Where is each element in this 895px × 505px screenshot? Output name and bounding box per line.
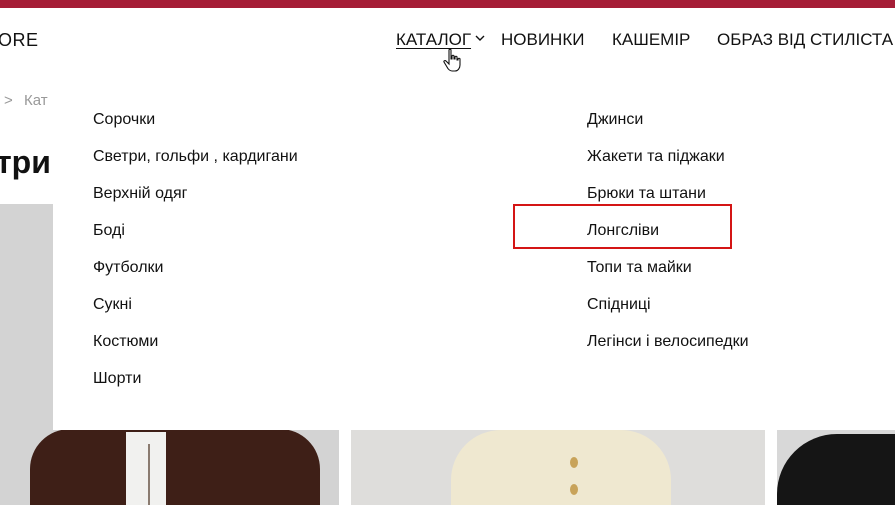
cardigan-button xyxy=(570,457,578,468)
top-accent-bar xyxy=(0,0,895,8)
product-image-cardigan xyxy=(451,430,671,505)
menu-item-leggings-cycling[interactable]: Легінси і велосипедки xyxy=(587,332,749,369)
product-image-jacket xyxy=(30,429,320,505)
menu-item-jeans[interactable]: Джинси xyxy=(587,110,749,147)
site-header: ORE КАТАЛОГ НОВИНКИ КАШЕМІР ОБРАЗ ВІД СТ… xyxy=(0,8,895,72)
product-image-shirt xyxy=(126,432,166,505)
menu-item-longsleeves[interactable]: Лонгсліви xyxy=(587,221,749,258)
menu-item-shirts[interactable]: Сорочки xyxy=(93,110,298,147)
menu-item-dresses[interactable]: Сукні xyxy=(93,295,298,332)
menu-item-outerwear[interactable]: Верхній одяг xyxy=(93,184,298,221)
catalog-menu-left-column: Сорочки Светри, гольфи , кардигани Верхн… xyxy=(93,110,298,406)
menu-item-trousers[interactable]: Брюки та штани xyxy=(587,184,749,221)
nav-cashmere[interactable]: КАШЕМІР xyxy=(612,30,690,50)
catalog-dropdown-menu: Сорочки Светри, гольфи , кардигани Верхн… xyxy=(53,80,895,430)
nav-new-arrivals[interactable]: НОВИНКИ xyxy=(501,30,584,50)
product-image-black xyxy=(777,434,895,505)
menu-item-tops-tanks[interactable]: Топи та майки xyxy=(587,258,749,295)
breadcrumb-separator: > xyxy=(4,92,13,109)
breadcrumb-current[interactable]: Кат xyxy=(24,92,48,109)
page-title: три xyxy=(0,144,51,180)
menu-item-suits[interactable]: Костюми xyxy=(93,332,298,369)
cardigan-button xyxy=(570,484,578,495)
menu-item-sweaters[interactable]: Светри, гольфи , кардигани xyxy=(93,147,298,184)
site-logo[interactable]: ORE xyxy=(0,30,39,51)
menu-item-jackets-blazers[interactable]: Жакети та піджаки xyxy=(587,147,749,184)
menu-item-tshirts[interactable]: Футболки xyxy=(93,258,298,295)
menu-item-bodysuits[interactable]: Боді xyxy=(93,221,298,258)
nav-catalog[interactable]: КАТАЛОГ xyxy=(396,30,471,50)
chevron-down-icon[interactable] xyxy=(475,34,485,42)
menu-item-shorts[interactable]: Шорти xyxy=(93,369,298,406)
product-image-zip xyxy=(148,444,150,505)
menu-item-skirts[interactable]: Спідниці xyxy=(587,295,749,332)
catalog-menu-right-column: Джинси Жакети та піджаки Брюки та штани … xyxy=(587,110,749,369)
hand-pointer-icon xyxy=(443,48,461,72)
nav-stylist-look[interactable]: ОБРАЗ ВІД СТИЛІСТА xyxy=(717,30,893,50)
